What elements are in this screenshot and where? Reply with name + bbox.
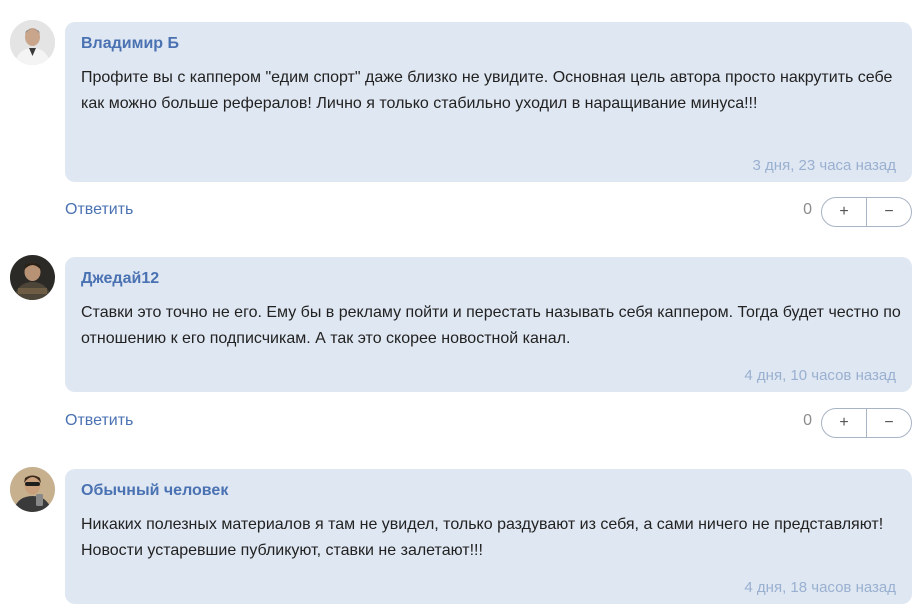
user-avatar-icon[interactable] [10, 467, 55, 512]
comment-bubble: Владимир Б Профите вы с каппером "едим с… [65, 22, 912, 182]
comment-bubble: Обычный человек Никаких полезных материа… [65, 469, 912, 604]
comment-score: 0 [803, 201, 812, 218]
comment-author[interactable]: Джедай12 [81, 269, 896, 289]
comment-actions: Ответить 0 + − [65, 197, 912, 227]
downvote-button[interactable]: − [866, 198, 911, 226]
comment-text: Никаких полезных материалов я там не уви… [81, 516, 884, 559]
upvote-button[interactable]: + [822, 198, 866, 226]
comment-score: 0 [803, 412, 812, 429]
comment-bubble: Джедай12 Ставки это точно не его. Ему бы… [65, 257, 912, 392]
comments-feed: Владимир Б Профите вы с каппером "едим с… [0, 0, 920, 614]
comment-author[interactable]: Обычный человек [81, 481, 896, 501]
comment-text: Профите вы с каппером "едим спорт" даже … [81, 69, 893, 112]
reply-button[interactable]: Ответить [65, 200, 133, 220]
user-avatar-icon[interactable] [10, 20, 55, 65]
upvote-button[interactable]: + [822, 409, 866, 437]
downvote-button[interactable]: − [866, 409, 911, 437]
comment-timestamp: 3 дня, 23 часа назад [752, 157, 896, 174]
comment-actions: Ответить 0 + − [65, 408, 912, 438]
comment-timestamp: 4 дня, 18 часов назад [744, 579, 896, 596]
comment-author[interactable]: Владимир Б [81, 34, 896, 54]
vote-control: + − [821, 408, 912, 438]
user-avatar-icon[interactable] [10, 255, 55, 300]
reply-button[interactable]: Ответить [65, 411, 133, 431]
vote-control: + − [821, 197, 912, 227]
comment-text: Ставки это точно не его. Ему бы в реклам… [81, 304, 901, 347]
comment-timestamp: 4 дня, 10 часов назад [744, 367, 896, 384]
